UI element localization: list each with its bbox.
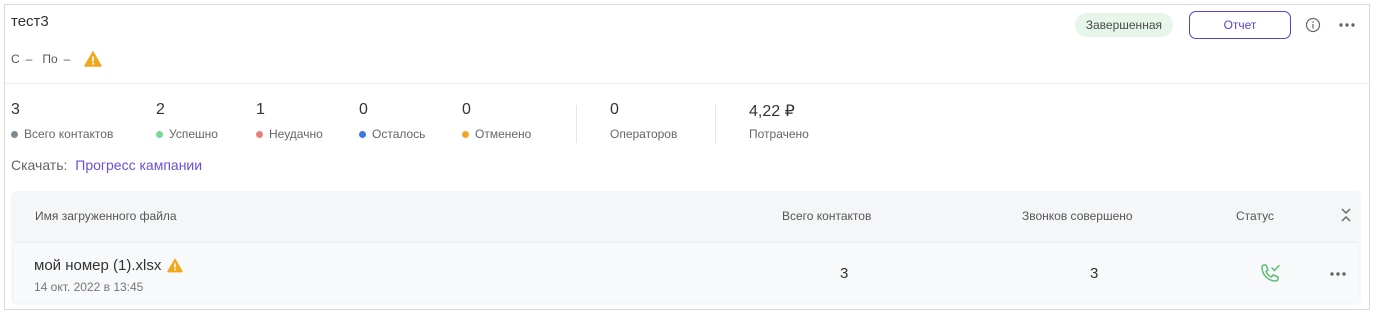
stat-remaining: 0 Осталось	[359, 101, 462, 141]
stat-cancelled: 0 Отменено	[462, 101, 576, 141]
stat-total-dot	[11, 130, 18, 138]
info-icon[interactable]	[1301, 13, 1325, 37]
download-row: Скачать: Прогресс кампании	[11, 157, 202, 173]
upload-date: 14 окт. 2022 в 13:45	[34, 280, 144, 294]
stat-spent: 4,22 ₽ Потрачено	[716, 101, 856, 141]
calls-made-cell: 3	[1090, 265, 1099, 282]
report-button[interactable]: Отчет	[1189, 11, 1291, 39]
collapse-icon[interactable]	[1340, 207, 1352, 223]
header-status: Статус	[1236, 209, 1274, 223]
stat-failed-label: Неудачно	[269, 127, 323, 141]
stat-success: 2 Успешно	[156, 101, 256, 141]
stat-failed-dot	[256, 130, 263, 138]
stat-cancelled-dot	[462, 130, 469, 138]
phone-check-icon	[1261, 264, 1280, 282]
stat-total-value: 3	[11, 101, 20, 118]
stat-success-value: 2	[156, 101, 165, 118]
stat-failed: 1 Неудачно	[256, 101, 359, 141]
stat-total-label: Всего контактов	[24, 127, 114, 141]
stat-success-label: Успешно	[169, 127, 218, 141]
stat-remaining-dot	[359, 130, 366, 138]
file-name: мой номер (1).xlsx	[34, 257, 162, 274]
file-name-cell: мой номер (1).xlsx	[34, 257, 184, 274]
campaign-progress-link[interactable]: Прогресс кампании	[75, 157, 202, 173]
header-calls-made: Звонков совершено	[1022, 209, 1133, 223]
campaign-card: тест3 С – По – Завершенная Отчет 3 Всего…	[4, 4, 1370, 310]
from-value: –	[25, 52, 33, 66]
stat-failed-value: 1	[256, 101, 265, 118]
files-table: Имя загруженного файла Всего контактов З…	[11, 191, 1361, 305]
stat-spent-value: 4,22 ₽	[749, 103, 795, 120]
to-label: По	[42, 52, 58, 66]
stats-bar: 3 Всего контактов 2 Успешно 1 Неудачно 0…	[11, 101, 856, 143]
stat-remaining-label: Осталось	[372, 127, 426, 141]
header-total-contacts: Всего контактов	[782, 209, 872, 223]
campaign-title: тест3	[11, 13, 49, 30]
stat-total: 3 Всего контактов	[11, 101, 156, 141]
from-label: С	[11, 52, 20, 66]
to-value: –	[63, 52, 71, 66]
stat-cancelled-label: Отменено	[475, 127, 532, 141]
stat-success-dot	[156, 130, 163, 138]
header-file-name: Имя загруженного файла	[35, 209, 177, 223]
total-contacts-cell: 3	[840, 265, 849, 282]
table-header: Имя загруженного файла Всего контактов З…	[11, 191, 1361, 239]
stat-remaining-value: 0	[359, 101, 368, 118]
header-actions: Завершенная Отчет	[1074, 11, 1359, 39]
stat-operators-label: Операторов	[610, 127, 678, 141]
stat-operators-value: 0	[610, 101, 619, 118]
stat-operators: 0 Операторов	[577, 101, 715, 141]
more-icon[interactable]	[1335, 13, 1359, 37]
warning-icon	[167, 258, 184, 273]
status-badge: Завершенная	[1074, 13, 1173, 37]
date-range: С – По –	[11, 51, 103, 67]
download-label: Скачать:	[11, 157, 68, 173]
stat-cancelled-value: 0	[462, 101, 471, 118]
stat-spent-label: Потрачено	[749, 127, 809, 141]
header-divider	[5, 83, 1369, 84]
table-row[interactable]: мой номер (1).xlsx 14 окт. 2022 в 13:45 …	[14, 242, 1358, 302]
warning-icon	[84, 51, 103, 67]
row-more-icon[interactable]	[1329, 271, 1347, 277]
